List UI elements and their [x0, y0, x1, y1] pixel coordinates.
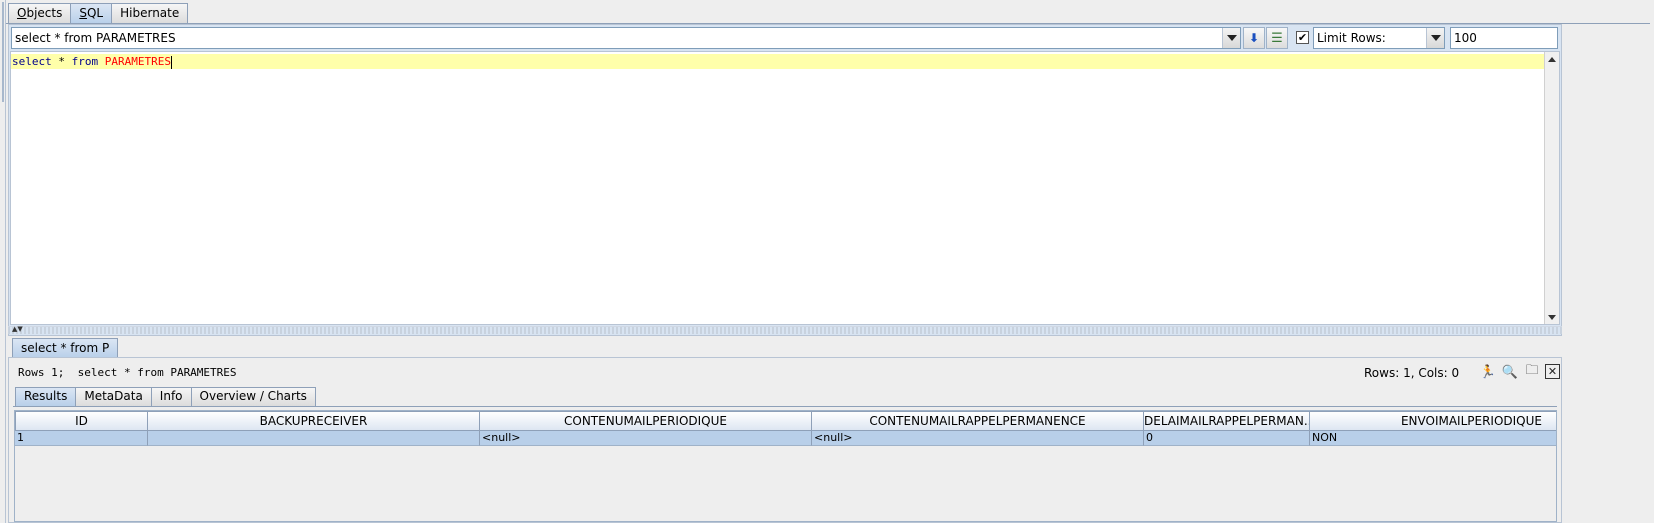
sql-editor[interactable]: select * from PARAMETRES: [10, 51, 1560, 325]
chevron-down-icon[interactable]: [1222, 28, 1240, 48]
tab-sql-label: QL: [86, 6, 104, 20]
result-status-text: Rows 1; select * from PARAMETRES: [18, 366, 237, 379]
results-table: ID BACKUPRECEIVER CONTENUMAILPERIODIQUE …: [14, 410, 1557, 522]
execute-arrow-down-button[interactable]: ⬇: [1243, 27, 1265, 49]
sql-workbench-window: Objects SQL Hibernate select * from PARA…: [0, 0, 1654, 523]
sql-keyword-from: from: [71, 55, 99, 68]
limit-rows-label: Limit Rows:: [1317, 31, 1386, 45]
tab-metadata[interactable]: MetaData: [75, 387, 152, 406]
table-header: ID BACKUPRECEIVER CONTENUMAILPERIODIQUE …: [15, 411, 1556, 431]
editor-vertical-scrollbar[interactable]: [1544, 52, 1559, 324]
sql-history-value: select * from PARAMETRES: [15, 31, 176, 45]
arrow-down-icon: ⬇: [1248, 31, 1260, 45]
table-row[interactable]: 1 <null> <null> 0 NON: [15, 431, 1556, 446]
folder-icon[interactable]: 🗀: [1523, 363, 1541, 380]
result-tab[interactable]: select * from P: [12, 338, 119, 358]
left-edge: [0, 0, 6, 523]
split-pane-divider[interactable]: [8, 326, 1562, 334]
limit-rows-input[interactable]: 100: [1450, 27, 1558, 49]
close-icon[interactable]: ✕: [1545, 364, 1560, 379]
cell-backupreceiver[interactable]: [148, 431, 480, 446]
limit-rows-combo[interactable]: Limit Rows:: [1313, 27, 1445, 49]
sub-tab-divider: [13, 406, 1557, 407]
format-sql-button[interactable]: ☰: [1266, 27, 1288, 49]
tab-objects-label: bjects: [26, 6, 63, 20]
scroll-down-icon[interactable]: [1545, 310, 1559, 324]
list-document-icon: ☰: [1271, 30, 1283, 46]
editor-current-line[interactable]: select * from PARAMETRES: [11, 54, 1545, 69]
search-icon[interactable]: 🔍: [1501, 364, 1519, 380]
left-edge-mark: [0, 2, 4, 102]
text-caret: [170, 55, 172, 69]
tab-objects[interactable]: Objects: [8, 3, 72, 23]
tab-hibernate[interactable]: Hibernate: [111, 3, 189, 23]
query-toolbar: select * from PARAMETRES ⬇ ☰ ✔ Limit Row…: [11, 27, 1559, 49]
sql-history-combo[interactable]: select * from PARAMETRES: [11, 27, 1241, 49]
sql-space: [98, 55, 105, 68]
cell-envoimailperiodique[interactable]: NON: [1310, 431, 1556, 446]
result-sub-tabs: Results MetaData Info Overview / Charts: [15, 387, 316, 406]
sql-keyword-select: select: [12, 55, 52, 68]
tab-results[interactable]: Results: [15, 387, 77, 406]
rows-cols-count: Rows: 1, Cols: 0: [1364, 366, 1460, 380]
sql-star: *: [51, 55, 72, 68]
column-header-backupreceiver[interactable]: BACKUPRECEIVER: [148, 411, 480, 431]
split-expand-icon[interactable]: ▲▼: [12, 326, 23, 333]
sql-panel: select * from PARAMETRES ⬇ ☰ ✔ Limit Row…: [8, 24, 1562, 336]
column-header-contenumailrappelpermanence[interactable]: CONTENUMAILRAPPELPERMANENCE: [812, 411, 1144, 431]
cell-delaimailrappelpermanence[interactable]: 0: [1144, 431, 1310, 446]
running-man-icon[interactable]: 🏃: [1479, 364, 1497, 380]
tab-sql-mnemonic: S: [79, 6, 87, 20]
tab-info[interactable]: Info: [150, 387, 192, 406]
tab-sql[interactable]: SQL: [70, 3, 113, 24]
tab-overview-charts[interactable]: Overview / Charts: [190, 387, 316, 406]
column-header-delaimailrappelpermanence[interactable]: DELAIMAILRAPPELPERMAN...: [1144, 411, 1310, 431]
chevron-down-icon[interactable]: [1426, 28, 1444, 48]
result-panel: Rows 1; select * from PARAMETRES Rows: 1…: [8, 357, 1562, 523]
column-header-id[interactable]: ID: [15, 411, 148, 431]
column-header-contenumailperiodique[interactable]: CONTENUMAILPERIODIQUE: [480, 411, 812, 431]
limit-rows-checkbox[interactable]: ✔: [1296, 31, 1309, 44]
top-tab-bar: Objects SQL Hibernate: [8, 3, 189, 24]
column-header-envoimailperiodique[interactable]: ENVOIMAILPERIODIQUE: [1310, 411, 1556, 431]
result-toolbar: 🏃 🔍 🗀 ✕: [1479, 363, 1560, 380]
cell-contenumailperiodique[interactable]: <null>: [480, 431, 812, 446]
scroll-up-icon[interactable]: [1545, 52, 1559, 66]
cell-contenumailrappelpermanence[interactable]: <null>: [812, 431, 1144, 446]
sql-table-name: PARAMETRES: [104, 55, 171, 68]
cell-id[interactable]: 1: [15, 431, 148, 446]
